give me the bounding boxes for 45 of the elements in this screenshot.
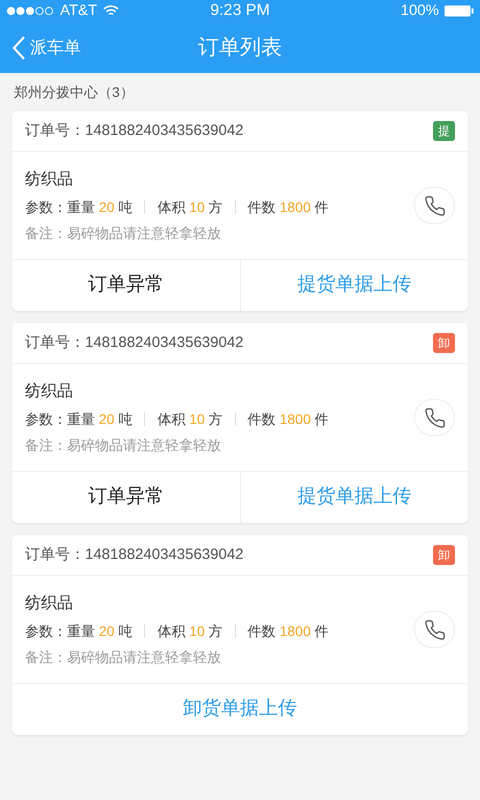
goods-name: 纺织品 (25, 594, 74, 614)
type-tag: 卸 (433, 333, 455, 353)
goods-name: 纺织品 (25, 382, 74, 402)
battery-percent: 100% (400, 0, 439, 21)
params-label: 参数： (25, 198, 67, 216)
wifi-icon (103, 5, 120, 17)
param-text: 体积 10 方 (157, 198, 223, 216)
params-label: 参数： (25, 622, 67, 640)
params-label: 参数： (25, 410, 67, 428)
phone-button[interactable] (414, 399, 455, 436)
order-number: 订单号：1481882403435639042 (25, 544, 245, 565)
order-number: 订单号：1481882403435639042 (25, 332, 245, 353)
param-text: 体积 10 方 (157, 622, 223, 640)
param-text: 重量 20 吨 (67, 198, 132, 216)
clock-time: 9:23 PM (209, 1, 271, 21)
section-title: 郑州分拨中心（3） (14, 82, 134, 102)
note-text: 备注：易碎物品请注意轻拿轻放 (25, 648, 222, 666)
battery-icon (444, 5, 474, 17)
action-button[interactable]: 提货单据上传 (240, 260, 468, 311)
param-text: 体积 10 方 (157, 410, 223, 428)
phone-icon (424, 194, 446, 216)
param-text: 件数 1800 件 (248, 198, 329, 216)
action-button[interactable]: 订单异常 (12, 472, 240, 523)
action-button[interactable]: 提货单据上传 (240, 472, 468, 523)
phone-icon (424, 618, 446, 640)
goods-name: 纺织品 (25, 170, 74, 190)
param-text: 重量 20 吨 (67, 410, 132, 428)
type-tag: 卸 (433, 545, 455, 565)
signal-icon (6, 6, 54, 16)
carrier-name: AT&T (60, 0, 98, 21)
param-text: 件数 1800 件 (248, 410, 329, 428)
phone-button[interactable] (414, 187, 455, 224)
phone-icon (424, 406, 446, 428)
param-text: 重量 20 吨 (67, 622, 132, 640)
action-button[interactable]: 订单异常 (12, 260, 240, 311)
type-tag: 提 (433, 121, 455, 141)
param-text: 件数 1800 件 (248, 622, 329, 640)
chevron-left-icon (12, 34, 26, 60)
order-number: 订单号：1481882403435639042 (25, 120, 245, 141)
page-title: 订单列表 (198, 34, 282, 61)
back-button[interactable]: 派车单 (0, 34, 81, 60)
note-text: 备注：易碎物品请注意轻拿轻放 (25, 436, 222, 454)
note-text: 备注：易碎物品请注意轻拿轻放 (25, 224, 222, 242)
phone-button[interactable] (414, 611, 455, 648)
action-button[interactable]: 卸货单据上传 (12, 684, 468, 735)
